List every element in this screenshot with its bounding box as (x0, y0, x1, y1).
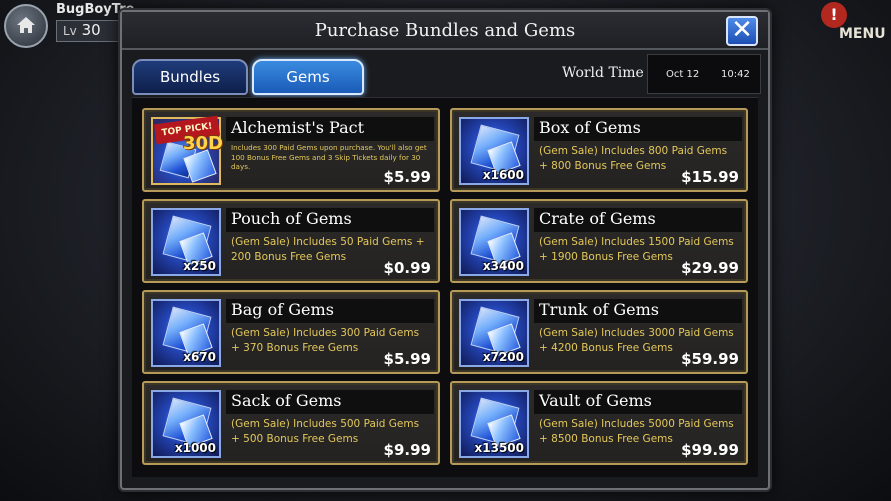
dialog-title-bar: Purchase Bundles and Gems ✕ (122, 12, 768, 50)
close-icon: ✕ (731, 15, 753, 45)
home-button[interactable] (4, 4, 48, 48)
product-name-bar: Box of Gems (534, 117, 742, 141)
gem-quantity: x1600 (482, 168, 524, 182)
product-name: Bag of Gems (231, 300, 334, 319)
gem-quantity: x250 (183, 259, 216, 273)
gem-icon: x7200 (459, 299, 529, 367)
product-name-bar: Bag of Gems (226, 299, 434, 323)
level-value: 30 (81, 21, 101, 39)
level-label: Lv (63, 24, 77, 38)
alchemist-pact-icon: TOP PICK! 30D (151, 115, 223, 185)
gem-quantity: x670 (183, 350, 216, 364)
tab-bundles[interactable]: Bundles (132, 59, 248, 95)
product-name-bar: Pouch of Gems (226, 208, 434, 232)
product-card-box-of-gems[interactable]: x1600 Box of Gems (Gem Sale) Includes 80… (450, 108, 748, 192)
days-badge: 30D (183, 133, 223, 154)
world-time-label: World Time (562, 65, 644, 81)
product-price: $29.99 (681, 259, 739, 277)
product-card-bag-of-gems[interactable]: x670 Bag of Gems (Gem Sale) Includes 300… (142, 290, 440, 374)
product-price: $99.99 (681, 441, 739, 459)
gem-quantity: x1000 (174, 441, 216, 455)
gem-icon: x1600 (459, 117, 529, 185)
product-card-pouch-of-gems[interactable]: x250 Pouch of Gems (Gem Sale) Includes 5… (142, 199, 440, 283)
product-price: $5.99 (383, 168, 431, 186)
close-button[interactable]: ✕ (726, 15, 758, 46)
gem-icon: x250 (151, 208, 221, 276)
product-card-trunk-of-gems[interactable]: x7200 Trunk of Gems (Gem Sale) Includes … (450, 290, 748, 374)
home-icon (17, 17, 35, 33)
product-name: Crate of Gems (539, 209, 656, 228)
product-name: Alchemist's Pact (231, 118, 365, 137)
product-name: Trunk of Gems (539, 300, 659, 319)
gem-icon: x13500 (459, 390, 529, 458)
product-card-sack-of-gems[interactable]: x1000 Sack of Gems (Gem Sale) Includes 5… (142, 381, 440, 465)
product-name-bar: Trunk of Gems (534, 299, 742, 323)
product-name-bar: Crate of Gems (534, 208, 742, 232)
product-card-crate-of-gems[interactable]: x3400 Crate of Gems (Gem Sale) Includes … (450, 199, 748, 283)
product-price: $9.99 (383, 441, 431, 459)
product-card-alchemists-pact[interactable]: TOP PICK! 30D Alchemist's Pact Includes … (142, 108, 440, 192)
purchase-dialog: Purchase Bundles and Gems ✕ Bundles Gems… (120, 10, 770, 490)
product-name: Pouch of Gems (231, 209, 352, 228)
product-name-bar: Vault of Gems (534, 390, 742, 414)
world-time-date: Oct 12 (666, 69, 700, 80)
product-price: $15.99 (681, 168, 739, 186)
tab-gems[interactable]: Gems (252, 59, 364, 95)
alert-icon[interactable]: ! (821, 2, 847, 28)
world-time-display: Oct 12 10:42 (647, 54, 761, 94)
gem-quantity: x3400 (482, 259, 524, 273)
menu-button[interactable]: MENU (839, 26, 886, 42)
product-name-bar: Alchemist's Pact (226, 117, 434, 141)
dialog-title: Purchase Bundles and Gems (314, 20, 576, 41)
product-list: TOP PICK! 30D Alchemist's Pact Includes … (132, 97, 758, 477)
product-name: Vault of Gems (539, 391, 652, 410)
product-name-bar: Sack of Gems (226, 390, 434, 414)
product-price: $5.99 (383, 350, 431, 368)
gem-quantity: x7200 (482, 350, 524, 364)
gem-icon: x670 (151, 299, 221, 367)
gem-icon: x1000 (151, 390, 221, 458)
player-hud: BugBoyTre Lv 30 (0, 0, 134, 50)
product-price: $0.99 (383, 259, 431, 277)
player-level: Lv 30 (56, 20, 120, 42)
product-name: Sack of Gems (231, 391, 342, 410)
product-name: Box of Gems (539, 118, 641, 137)
world-time-clock: 10:42 (721, 69, 750, 80)
menu-hud: ! MENU (821, 0, 891, 50)
gem-icon: x3400 (459, 208, 529, 276)
product-card-vault-of-gems[interactable]: x13500 Vault of Gems (Gem Sale) Includes… (450, 381, 748, 465)
gem-quantity: x13500 (474, 441, 525, 455)
product-price: $59.99 (681, 350, 739, 368)
